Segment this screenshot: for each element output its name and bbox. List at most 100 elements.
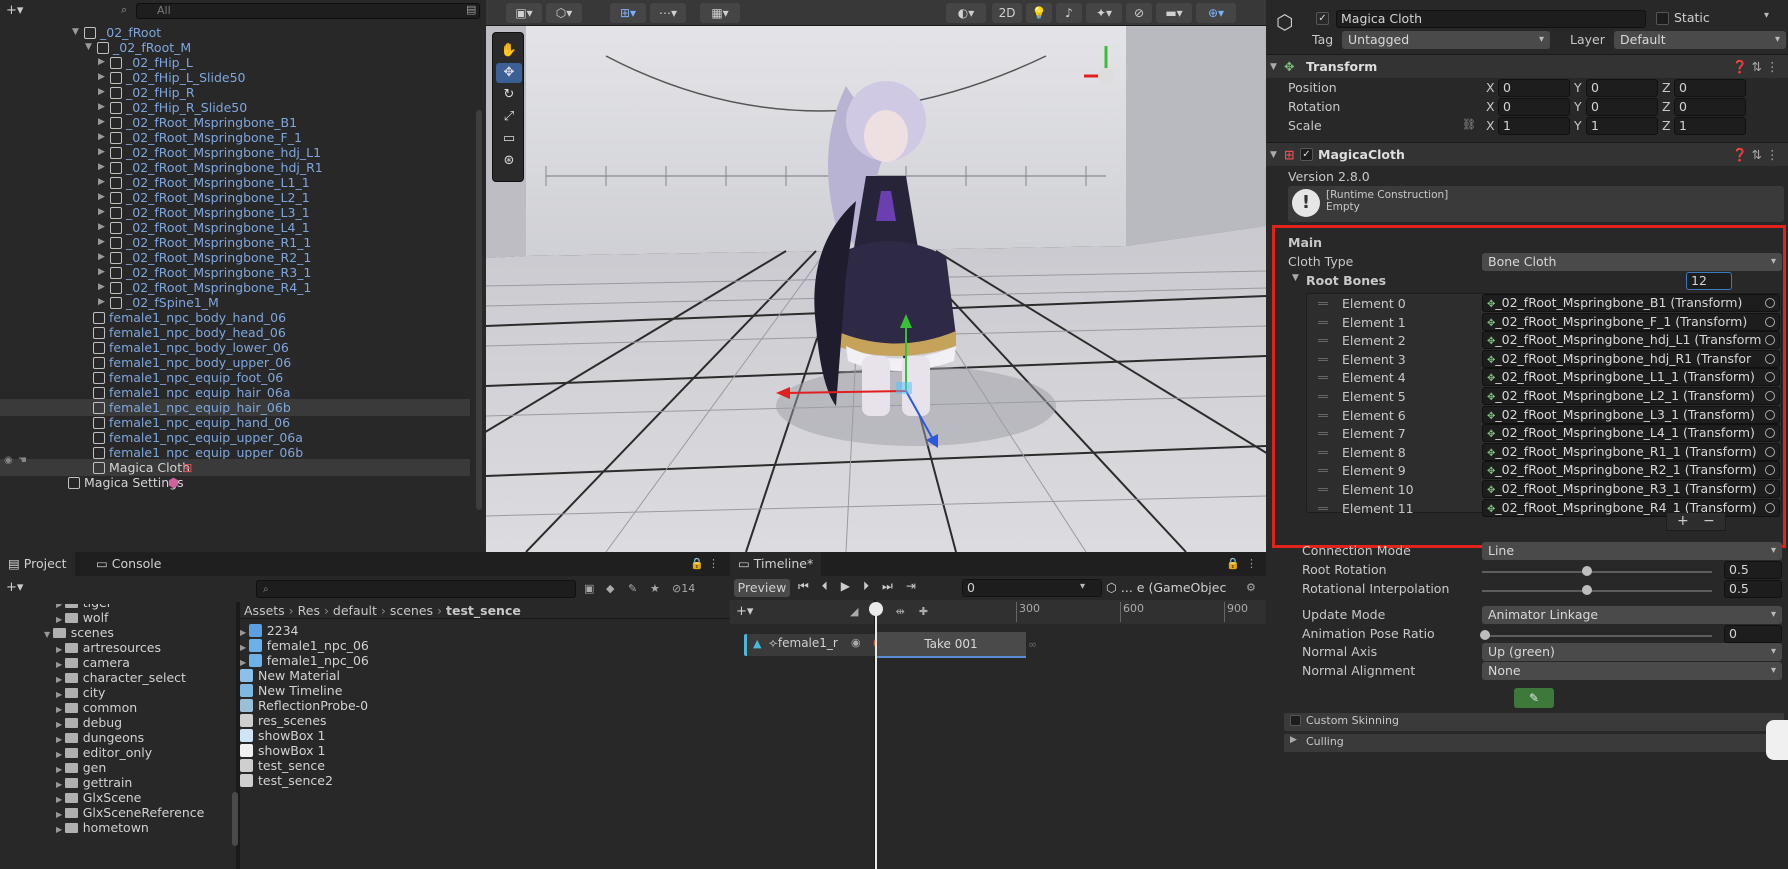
camera-dropdown[interactable]: ▬▾ bbox=[1156, 3, 1192, 23]
breadcrumb-item[interactable]: Res bbox=[298, 603, 320, 618]
playhead-handle[interactable] bbox=[869, 602, 883, 616]
track-binding[interactable]: ⟣female1_r bbox=[769, 636, 849, 651]
root-rotation-knob[interactable] bbox=[1582, 566, 1592, 576]
draw-mode-dropdown[interactable]: ▣▾ bbox=[506, 3, 542, 23]
filter-type-icon[interactable]: ▣ bbox=[584, 582, 594, 595]
collapse-arrow-icon[interactable]: ▶ bbox=[240, 643, 249, 652]
root-bone-element[interactable]: Element 8 ✥_02_fRoot_Mspringbone_R1_1 (Tr… bbox=[1312, 442, 1782, 462]
shading-dropdown[interactable]: ⬡▾ bbox=[546, 3, 582, 23]
rot-interp-slider[interactable] bbox=[1482, 590, 1712, 592]
folder-scrollbar[interactable] bbox=[232, 792, 238, 846]
settings-icon[interactable]: ⚙ bbox=[1246, 581, 1256, 594]
frame-dropdown-icon[interactable]: ▾ bbox=[1080, 581, 1085, 592]
create-button[interactable]: +▾ bbox=[6, 580, 23, 595]
scale-axis-label[interactable]: X bbox=[1486, 118, 1495, 133]
connection-mode-dropdown[interactable]: Line bbox=[1482, 542, 1782, 560]
drag-handle-icon[interactable] bbox=[1318, 357, 1328, 361]
object-picker-icon[interactable] bbox=[1765, 316, 1775, 327]
root-bone-element[interactable]: Element 5 ✥_02_fRoot_Mspringbone_L2_1 (Tr… bbox=[1312, 387, 1782, 406]
collapse-arrow-icon[interactable]: ▶ bbox=[56, 615, 65, 624]
scene-viewport[interactable]: sp bbox=[486, 26, 1266, 552]
object-picker-icon[interactable] bbox=[1765, 298, 1775, 308]
gizmos-dropdown[interactable]: ⊕▾ bbox=[1196, 3, 1236, 23]
align-dropdown[interactable]: ▦▾ bbox=[700, 3, 740, 23]
root-bone-element[interactable]: Element 7 ✥_02_fRoot_Mspringbone_L4_1 (Tr… bbox=[1312, 424, 1782, 443]
collapse-arrow-icon[interactable]: ▶ bbox=[56, 810, 65, 819]
collapse-arrow-icon[interactable]: ▶ bbox=[56, 825, 65, 834]
tab-timeline[interactable]: ▭ Timeline* bbox=[730, 552, 822, 576]
breadcrumb-item[interactable]: test_sence bbox=[446, 603, 521, 618]
tab-project[interactable]: ▤ Project bbox=[0, 552, 75, 576]
transform-object-field[interactable]: ✥_02_fRoot_Mspringbone_L2_1 (Transform) bbox=[1482, 387, 1780, 405]
root-bone-element[interactable]: Element 3 ✥_02_fRoot_Mspringbone_hdj_R1 (… bbox=[1312, 349, 1782, 369]
grid-snap-dropdown[interactable]: ⊞▾ bbox=[610, 3, 646, 23]
position-x-field[interactable]: 0 bbox=[1498, 79, 1570, 97]
culling-section[interactable]: ▶ Culling bbox=[1284, 734, 1784, 752]
rect-tool-icon[interactable]: ▭ bbox=[496, 129, 522, 149]
transform-object-field[interactable]: ✥_02_fRoot_Mspringbone_R1_1 (Transform) bbox=[1482, 442, 1780, 461]
rotate-tool-icon[interactable]: ↻ bbox=[496, 85, 522, 105]
magicacloth-header[interactable]: ▼ ⊞ ✓ MagicaCloth ❓ ⇅ ⋮ bbox=[1266, 142, 1788, 166]
scale-y-field[interactable]: 1 bbox=[1586, 117, 1658, 135]
effects-dropdown[interactable]: ✦▾ bbox=[1086, 3, 1122, 23]
object-picker-icon[interactable] bbox=[1765, 428, 1775, 439]
favorite-icon[interactable]: ★ bbox=[650, 582, 660, 595]
rot-interp-field[interactable]: 0.5 bbox=[1724, 580, 1782, 598]
root-bones-foldout-icon[interactable]: ▼ bbox=[1292, 273, 1299, 283]
update-mode-dropdown[interactable]: Animator Linkage bbox=[1482, 606, 1782, 624]
remove-element-button[interactable]: − bbox=[1703, 513, 1715, 529]
object-picker-icon[interactable] bbox=[1765, 484, 1775, 494]
transform-object-field[interactable]: ✥_02_fRoot_Mspringbone_R4_1 (Transform) bbox=[1482, 498, 1780, 517]
hidden-objects-icon[interactable]: ⊘ bbox=[1126, 3, 1152, 23]
drag-handle-icon[interactable] bbox=[1318, 450, 1328, 454]
object-picker-icon[interactable] bbox=[1765, 446, 1775, 457]
lock-icon[interactable]: 🔒 bbox=[690, 557, 704, 570]
menu-icon[interactable]: ⋮ bbox=[1246, 557, 1257, 570]
normal-align-dropdown[interactable]: None bbox=[1482, 662, 1782, 680]
active-checkbox[interactable]: ✓ bbox=[1316, 12, 1329, 25]
collapse-arrow-icon[interactable]: ▶ bbox=[56, 750, 65, 759]
time-ruler[interactable]: 3006009001200 bbox=[876, 600, 1359, 624]
add-menu-icon[interactable]: +▾ bbox=[6, 3, 23, 18]
root-rotation-slider[interactable] bbox=[1482, 571, 1712, 573]
custom-skinning-checkbox[interactable] bbox=[1290, 715, 1301, 726]
hidden-count-icon[interactable]: ⊘14 bbox=[672, 582, 695, 595]
hierarchy-search-input[interactable]: All bbox=[136, 3, 480, 19]
timeline-binding[interactable]: ⬡ ... e (GameObject) bbox=[1106, 579, 1226, 597]
root-bones-count[interactable]: 12 bbox=[1686, 272, 1732, 290]
drag-handle-icon[interactable] bbox=[1318, 320, 1328, 324]
object-name-field[interactable]: Magica Cloth bbox=[1336, 10, 1646, 28]
2d-toggle-button[interactable]: 2D bbox=[992, 3, 1022, 23]
rotation-axis-label[interactable]: Y bbox=[1574, 99, 1582, 114]
expand-arrow-icon[interactable]: ▼ bbox=[44, 630, 53, 639]
position-y-field[interactable]: 0 bbox=[1586, 79, 1658, 97]
object-picker-icon[interactable] bbox=[1765, 502, 1775, 513]
transform-object-field[interactable]: ✥_02_fRoot_Mspringbone_L1_1 (Transform) bbox=[1482, 368, 1780, 387]
visibility-icon[interactable]: ◉ bbox=[4, 455, 13, 466]
position-axis-label[interactable]: Z bbox=[1662, 80, 1671, 95]
orientation-dropdown[interactable]: ◐▾ bbox=[946, 3, 986, 23]
drag-handle-icon[interactable] bbox=[1318, 413, 1328, 417]
filter-label-icon[interactable]: ◆ bbox=[606, 582, 614, 595]
pick-icon[interactable]: ☚ bbox=[18, 455, 27, 466]
drag-handle-icon[interactable] bbox=[1318, 339, 1328, 343]
audio-toggle-icon[interactable]: ♪ bbox=[1056, 3, 1082, 23]
root-bone-element[interactable]: Element 0 ✥_02_fRoot_Mspringbone_B1 (Tran… bbox=[1312, 294, 1782, 313]
hand-tool-icon[interactable]: ✋ bbox=[496, 41, 522, 61]
scale-axis-label[interactable]: Z bbox=[1662, 118, 1671, 133]
root-rotation-field[interactable]: 0.5 bbox=[1724, 561, 1782, 579]
root-bone-element[interactable]: Element 1 ✥_02_fRoot_Mspringbone_F_1 (Tra… bbox=[1312, 312, 1782, 332]
collapse-arrow-icon[interactable]: ▶ bbox=[240, 658, 249, 667]
anim-pose-knob[interactable] bbox=[1480, 630, 1490, 640]
constrain-scale-icon[interactable]: ⛓ bbox=[1462, 118, 1476, 131]
component-enabled-checkbox[interactable]: ✓ bbox=[1300, 148, 1313, 161]
root-bones-label[interactable]: Root Bones bbox=[1306, 273, 1386, 288]
drag-handle-icon[interactable] bbox=[1318, 432, 1328, 436]
drag-handle-icon[interactable] bbox=[1318, 488, 1328, 491]
transform-header[interactable]: ▼ ✥ Transform ❓ ⇅ ⋮ bbox=[1266, 54, 1788, 78]
menu-icon[interactable]: ⋮ bbox=[708, 557, 719, 570]
rotation-z-field[interactable]: 0 bbox=[1674, 98, 1746, 116]
tab-console[interactable]: ▭ Console bbox=[88, 552, 169, 576]
lock-icon[interactable]: 🔒 bbox=[1226, 557, 1240, 570]
animation-clip[interactable]: Take 001 bbox=[876, 632, 1026, 658]
